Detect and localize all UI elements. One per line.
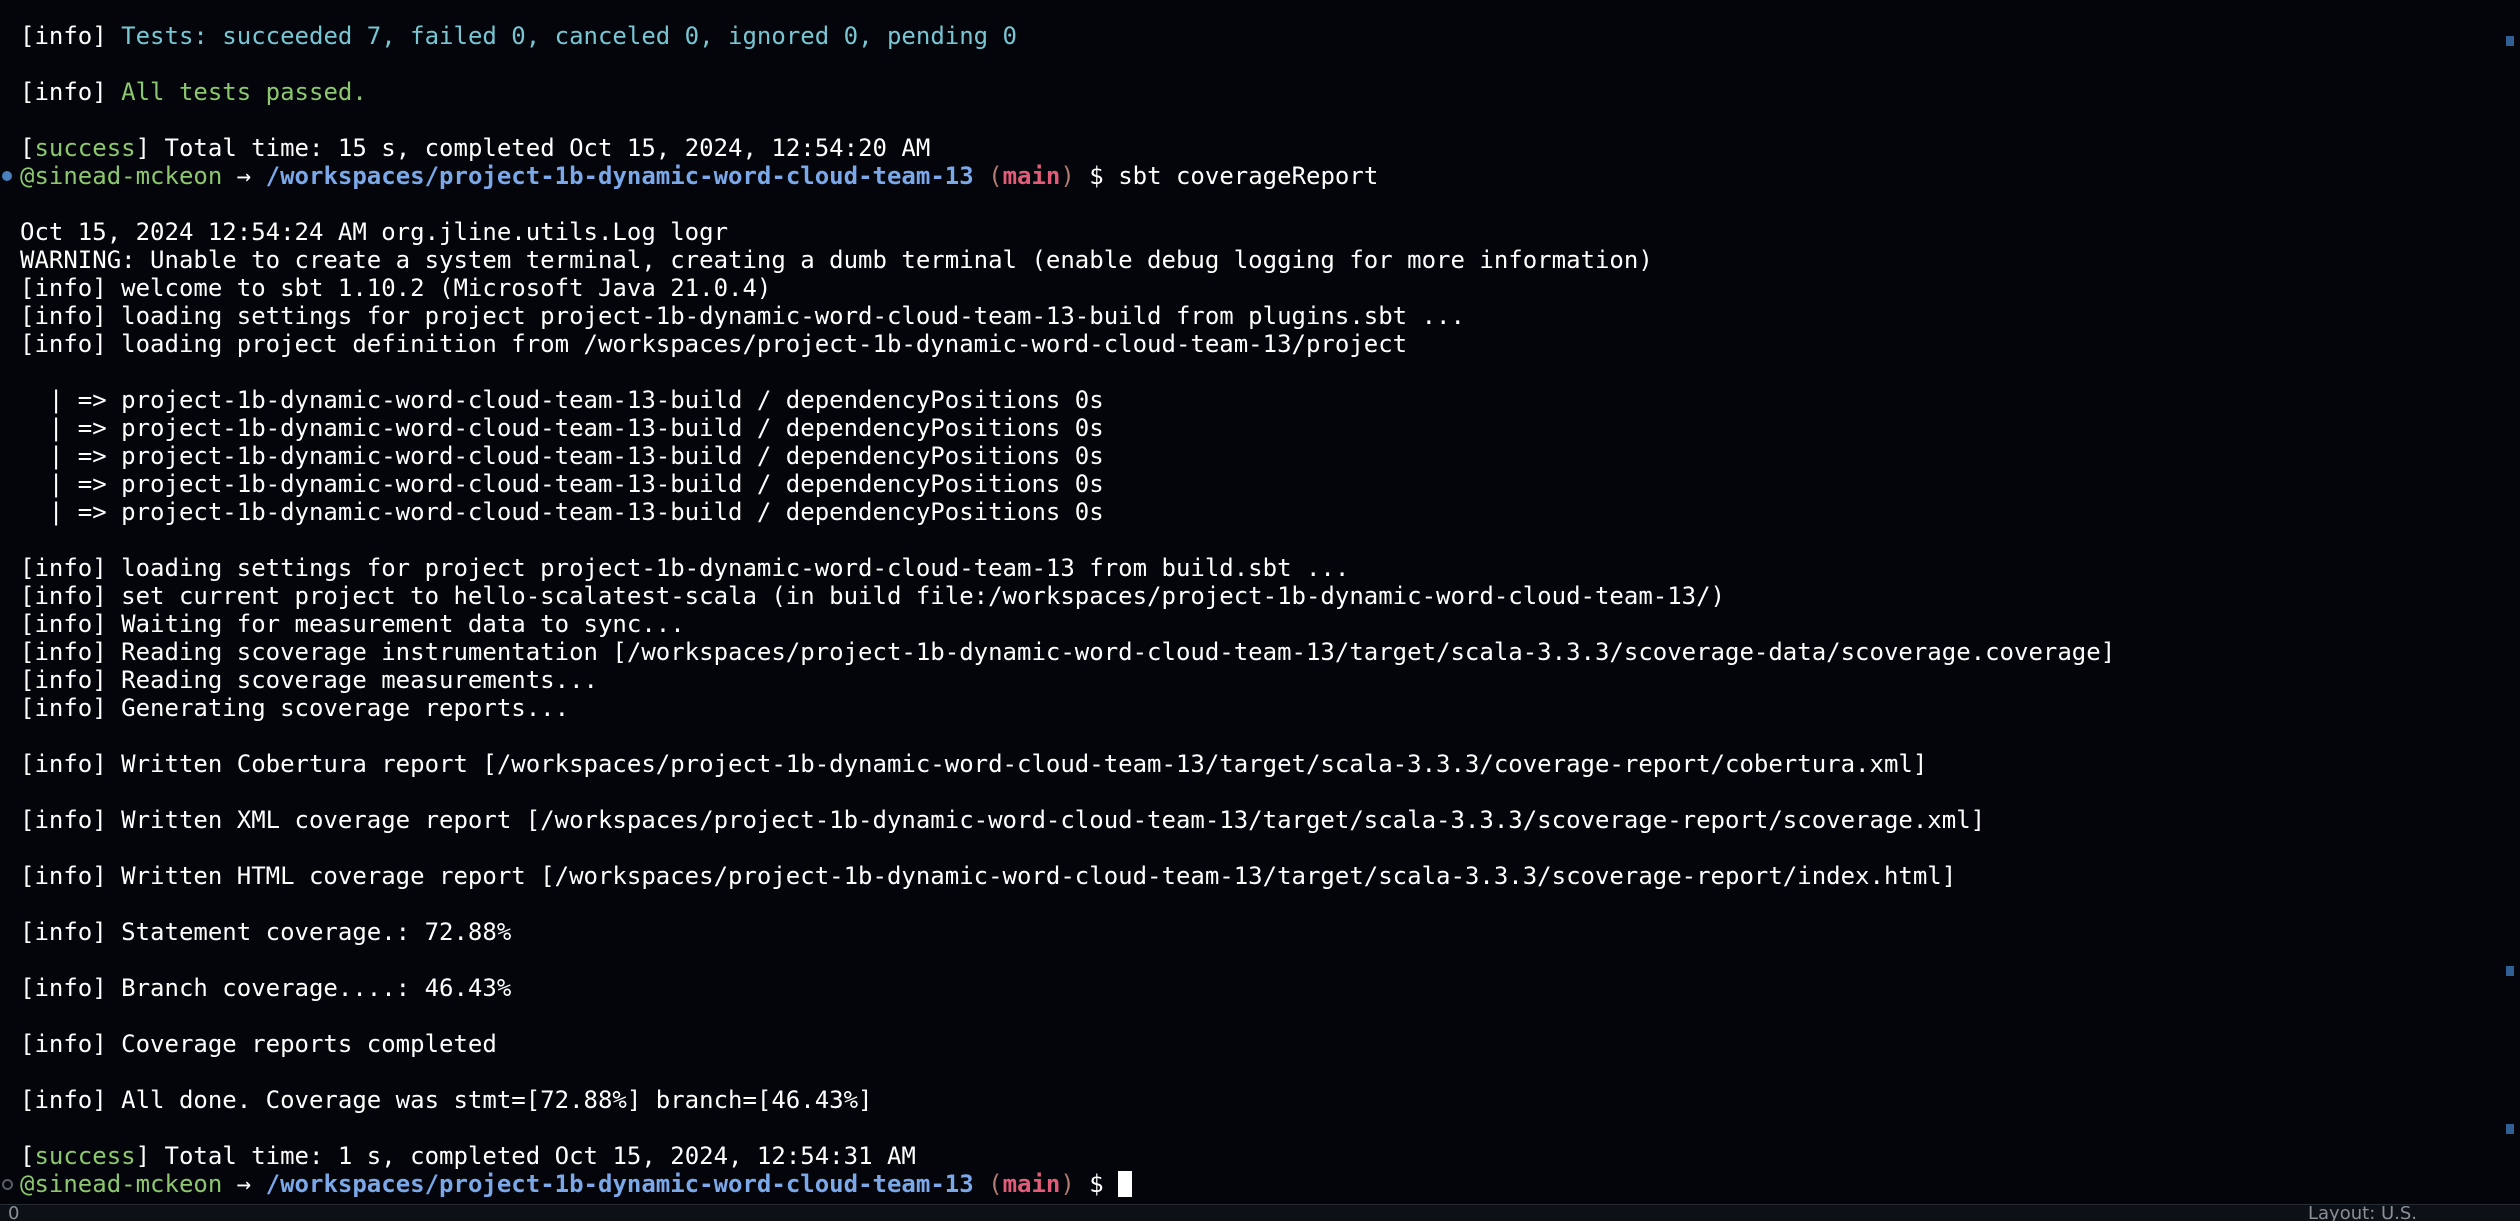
branch-paren: ( — [988, 1170, 1003, 1198]
prompt-arrow-icon: → — [236, 1170, 252, 1198]
terminal-window[interactable]: [info] Tests: succeeded 7, failed 0, can… — [0, 0, 2520, 1220]
scrollbar-marker[interactable] — [2506, 1124, 2514, 1134]
log-text: Total time: 15 s, completed Oct 15, 2024… — [164, 134, 931, 162]
terminal-line: | => project-1b-dynamic-word-cloud-team-… — [20, 442, 1104, 470]
keyboard-layout-indicator[interactable]: Layout: U.S. — [2308, 1205, 2417, 1221]
prompt-path: /workspaces/project-1b-dynamic-word-clou… — [265, 162, 974, 190]
prompt-symbol: $ — [1089, 1170, 1104, 1198]
tag-bracket: ] — [135, 134, 151, 162]
terminal-line: [info] Branch coverage....: 46.43% — [20, 974, 512, 1002]
prompt-symbol: $ — [1089, 162, 1104, 190]
terminal-line: [info] Written HTML coverage report [/wo… — [20, 862, 1957, 890]
terminal-line: [info] set current project to hello-scal… — [20, 582, 1726, 610]
log-tag: [info] — [20, 22, 107, 50]
command-text: sbt coverageReport — [1118, 162, 1379, 190]
prompt-user: @sinead-mckeon — [20, 162, 223, 190]
log-tag: [info] — [20, 78, 107, 106]
prompt-line[interactable]: @sinead-mckeon → /workspaces/project-1b-… — [20, 1170, 1133, 1198]
command-status-dot-icon[interactable] — [2, 171, 12, 181]
command-status-dot-icon[interactable] — [2, 1179, 13, 1190]
tag-bracket: [ — [20, 1142, 35, 1170]
terminal-line: Oct 15, 2024 12:54:24 AM org.jline.utils… — [20, 218, 729, 246]
status-bar: 0 Layout: U.S. — [0, 1204, 2520, 1221]
terminal-line: [info] All done. Coverage was stmt=[72.8… — [20, 1086, 873, 1114]
prompt-arrow-icon: → — [236, 162, 252, 190]
log-text: All tests passed. — [121, 78, 367, 106]
log-text: Tests: succeeded 7, failed 0, canceled 0… — [121, 22, 1018, 50]
terminal-line: | => project-1b-dynamic-word-cloud-team-… — [20, 498, 1104, 526]
branch-paren: ) — [1060, 1170, 1075, 1198]
scrollbar-marker[interactable] — [2506, 36, 2514, 46]
prompt-branch: main — [1002, 162, 1061, 190]
scrollbar-marker[interactable] — [2506, 966, 2514, 976]
prompt-user: @sinead-mckeon — [20, 1170, 223, 1198]
terminal-line: | => project-1b-dynamic-word-cloud-team-… — [20, 470, 1104, 498]
terminal-line: [info] loading settings for project proj… — [20, 554, 1350, 582]
terminal-line: [info] loading project definition from /… — [20, 330, 1408, 358]
terminal-line: [info] Reading scoverage instrumentation… — [20, 638, 2116, 666]
tag-bracket: ] — [135, 1142, 151, 1170]
text-cursor[interactable] — [1118, 1171, 1133, 1197]
terminal-line: [info] Tests: succeeded 7, failed 0, can… — [20, 22, 1017, 50]
status-bar-left[interactable]: 0 — [8, 1205, 19, 1221]
terminal-line: [success] Total time: 15 s, completed Oc… — [20, 134, 930, 162]
terminal-line: [info] welcome to sbt 1.10.2 (Microsoft … — [20, 274, 772, 302]
terminal-line: | => project-1b-dynamic-word-cloud-team-… — [20, 386, 1104, 414]
terminal-line: | => project-1b-dynamic-word-cloud-team-… — [20, 414, 1104, 442]
terminal-line: [info] All tests passed. — [20, 78, 367, 106]
terminal-line: [info] Reading scoverage measurements... — [20, 666, 598, 694]
terminal-line: [info] Generating scoverage reports... — [20, 694, 570, 722]
terminal-line: WARNING: Unable to create a system termi… — [20, 246, 1653, 274]
terminal-line: [success] Total time: 1 s, completed Oct… — [20, 1142, 916, 1170]
terminal-line: [info] Written Cobertura report [/worksp… — [20, 750, 1928, 778]
prompt-line: @sinead-mckeon → /workspaces/project-1b-… — [20, 162, 1378, 190]
terminal-line: [info] Statement coverage.: 72.88% — [20, 918, 512, 946]
success-tag: success — [34, 134, 136, 162]
terminal-line: [info] Written XML coverage report [/wor… — [20, 806, 1986, 834]
terminal-line: [info] Waiting for measurement data to s… — [20, 610, 685, 638]
terminal-line: [info] loading settings for project proj… — [20, 302, 1465, 330]
success-tag: success — [34, 1142, 136, 1170]
prompt-path: /workspaces/project-1b-dynamic-word-clou… — [265, 1170, 974, 1198]
branch-paren: ) — [1060, 162, 1075, 190]
prompt-branch: main — [1002, 1170, 1061, 1198]
log-text: Total time: 1 s, completed Oct 15, 2024,… — [164, 1142, 916, 1170]
tag-bracket: [ — [20, 134, 35, 162]
branch-paren: ( — [988, 162, 1003, 190]
terminal-line: [info] Coverage reports completed — [20, 1030, 497, 1058]
